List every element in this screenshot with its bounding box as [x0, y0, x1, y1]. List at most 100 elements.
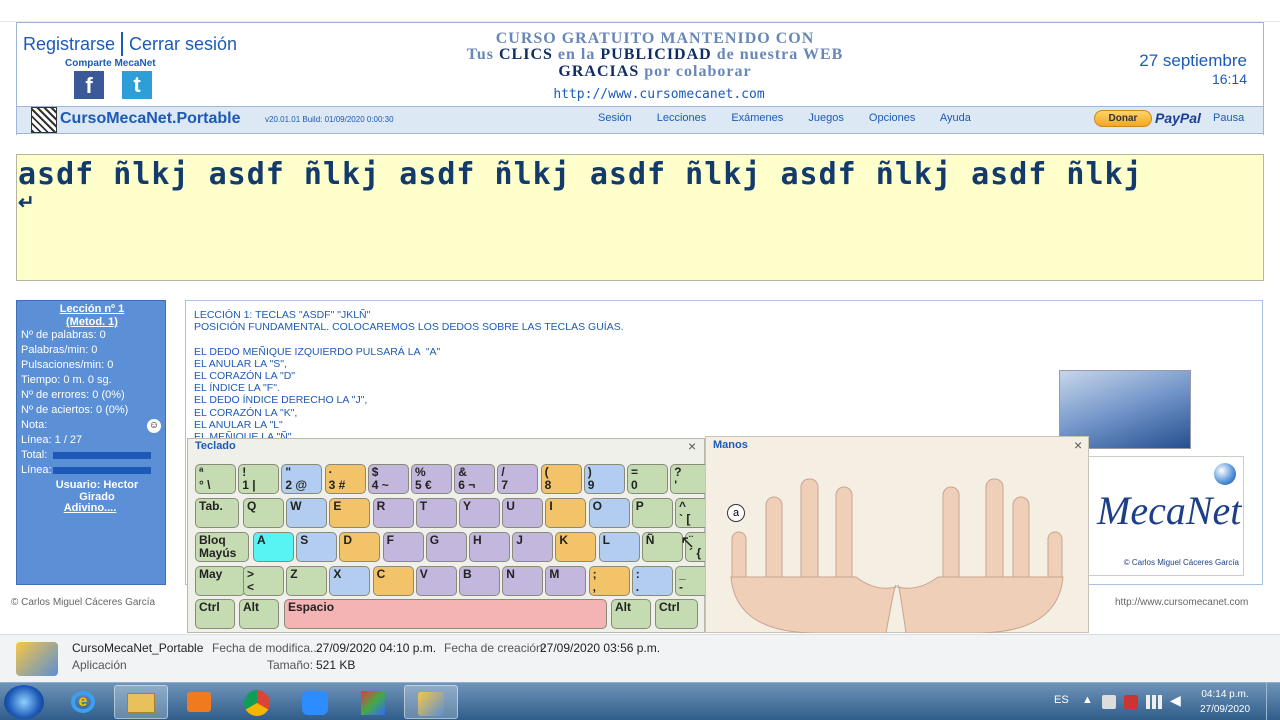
- twitter-icon[interactable]: t: [122, 71, 152, 99]
- file-explorer-icon[interactable]: [114, 685, 168, 719]
- key-r2-4[interactable]: T: [415, 498, 457, 528]
- key-r1-9[interactable]: ) 9: [583, 464, 625, 494]
- pause-button[interactable]: Pausa: [1213, 112, 1244, 124]
- app-logo-icon: [31, 107, 57, 133]
- key-capslock[interactable]: Bloq Mayús: [195, 532, 249, 562]
- key-r1-5[interactable]: % 5 €: [411, 464, 452, 494]
- key-r2-9[interactable]: P: [631, 498, 673, 528]
- show-desktop-button[interactable]: [1266, 683, 1280, 720]
- key-r2-1[interactable]: W: [286, 498, 328, 528]
- key-r4-2[interactable]: X: [329, 566, 371, 596]
- key-r4-8[interactable]: ; ,: [588, 566, 630, 596]
- tray-expand-icon[interactable]: ▲: [1082, 694, 1093, 706]
- key-ctrl-right[interactable]: Ctrl: [655, 599, 698, 629]
- key-r2-8[interactable]: O: [588, 498, 630, 528]
- media-player-icon[interactable]: [172, 685, 226, 719]
- key-r3-1[interactable]: S: [296, 532, 338, 562]
- key-alt-left[interactable]: Alt: [239, 599, 279, 629]
- key-r4-3[interactable]: C: [372, 566, 414, 596]
- facebook-icon[interactable]: f: [74, 71, 104, 99]
- menu-juegos[interactable]: Juegos: [808, 112, 843, 124]
- website-url[interactable]: http://www.cursomecanet.com: [420, 87, 898, 102]
- key-r3-3[interactable]: F: [382, 532, 424, 562]
- method-label[interactable]: (Metod. 1): [21, 316, 163, 328]
- zoom-icon[interactable]: [288, 685, 342, 719]
- key-r2-5[interactable]: Y: [459, 498, 500, 528]
- key-r1-2[interactable]: " 2 @: [281, 464, 323, 494]
- key-r2-2[interactable]: E: [329, 498, 371, 528]
- chrome-icon[interactable]: [230, 685, 284, 719]
- finger-marker: a: [727, 504, 745, 522]
- key-r2-0[interactable]: Q: [243, 498, 284, 528]
- key-r4-1[interactable]: Z: [286, 566, 328, 596]
- key-r4-4[interactable]: V: [415, 566, 457, 596]
- key-r1-8[interactable]: ( 8: [540, 464, 582, 494]
- key-r1-1[interactable]: ! 1 |: [238, 464, 280, 494]
- key-r3-8[interactable]: L: [598, 532, 640, 562]
- key-r2-7[interactable]: I: [545, 498, 587, 528]
- donate-button[interactable]: Donar: [1094, 110, 1152, 127]
- elapsed-time: Tiempo: 0 m. 0 sg.: [21, 374, 112, 386]
- key-r3-9[interactable]: Ñ: [641, 532, 683, 562]
- key-r1-10[interactable]: = 0: [627, 464, 668, 494]
- key-r1-0[interactable]: ª ° \: [195, 464, 236, 494]
- menu-opciones[interactable]: Opciones: [869, 112, 915, 124]
- key-tab[interactable]: Tab.: [195, 498, 239, 528]
- key-r1-6[interactable]: & 6 ¬: [454, 464, 496, 494]
- keystrokes-per-minute: Pulsaciones/min: 0: [21, 359, 114, 371]
- menu-ayuda[interactable]: Ayuda: [940, 112, 971, 124]
- line-progress-fill: [53, 467, 151, 474]
- key-space[interactable]: Espacio: [284, 599, 607, 629]
- menu-lecciones[interactable]: Lecciones: [657, 112, 707, 124]
- key-r4-6[interactable]: N: [502, 566, 544, 596]
- key-shift-left[interactable]: May: [195, 566, 245, 596]
- key-r4-5[interactable]: B: [459, 566, 500, 596]
- main-menu: Sesión Lecciones Exámenes Juegos Opcione…: [598, 112, 971, 124]
- key-r4-7[interactable]: M: [545, 566, 587, 596]
- created-label: Fecha de creación:: [444, 641, 547, 655]
- tray-security-icon[interactable]: [1124, 695, 1138, 709]
- keyboard-close-button[interactable]: ×: [688, 438, 696, 454]
- logout-link[interactable]: Cerrar sesión: [129, 34, 237, 55]
- clock-date: 27/09/2020: [1199, 704, 1251, 715]
- tray-network-icon[interactable]: [1102, 695, 1116, 709]
- key-r1-4[interactable]: $ 4 ~: [367, 464, 409, 494]
- key-r2-3[interactable]: R: [372, 498, 414, 528]
- start-button[interactable]: [4, 685, 44, 719]
- lesson-number[interactable]: Lección nº 1: [21, 303, 163, 315]
- smiley-icon: ☺: [147, 419, 161, 433]
- key-r1-7[interactable]: / 7: [497, 464, 539, 494]
- guess-link[interactable]: Adivino....: [37, 502, 143, 514]
- signal-icon[interactable]: [1146, 695, 1162, 709]
- key-r3-5[interactable]: H: [469, 532, 510, 562]
- key-r3-6[interactable]: J: [512, 532, 554, 562]
- menu-examenes[interactable]: Exámenes: [731, 112, 783, 124]
- enter-cursor-icon: ↵: [18, 192, 35, 214]
- key-r1-3[interactable]: · 3 #: [324, 464, 366, 494]
- key-r3-4[interactable]: G: [425, 532, 467, 562]
- paint-icon[interactable]: [346, 685, 400, 719]
- key-r3-7[interactable]: K: [555, 532, 597, 562]
- line-counter: Línea: 1 / 27: [21, 434, 83, 446]
- key-r4-9[interactable]: : .: [631, 566, 673, 596]
- key-r2-6[interactable]: U: [502, 498, 544, 528]
- promo-line-2: Tus CLICS en la PUBLICIDAD de nuestra WE…: [466, 46, 844, 63]
- key-r4-0[interactable]: > <: [243, 566, 284, 596]
- typing-text: asdf ñlkj asdf ñlkj asdf ñlkj asdf ñlkj …: [18, 157, 1143, 192]
- volume-icon[interactable]: ◀: [1170, 692, 1181, 709]
- app-icon: [16, 642, 58, 676]
- footer-url[interactable]: http://www.cursomecanet.com: [1115, 597, 1248, 608]
- mecanet-taskbar-icon[interactable]: [404, 685, 458, 719]
- key-altgr[interactable]: Alt: [611, 599, 651, 629]
- internet-explorer-icon[interactable]: e: [56, 685, 110, 719]
- register-link[interactable]: Registrarse: [23, 34, 115, 55]
- key-r3-2[interactable]: D: [339, 532, 381, 562]
- hands-close-button[interactable]: ×: [1074, 437, 1082, 453]
- key-r3-0[interactable]: A: [253, 532, 294, 562]
- key-ctrl-left[interactable]: Ctrl: [195, 599, 235, 629]
- paypal-logo: PayPal: [1155, 110, 1201, 126]
- language-indicator[interactable]: ES: [1054, 694, 1069, 706]
- clock[interactable]: 04:14 p.m. 27/09/2020: [1194, 687, 1256, 717]
- menu-sesion[interactable]: Sesión: [598, 112, 632, 124]
- user-label: Usuario: Hector Girado: [55, 479, 139, 503]
